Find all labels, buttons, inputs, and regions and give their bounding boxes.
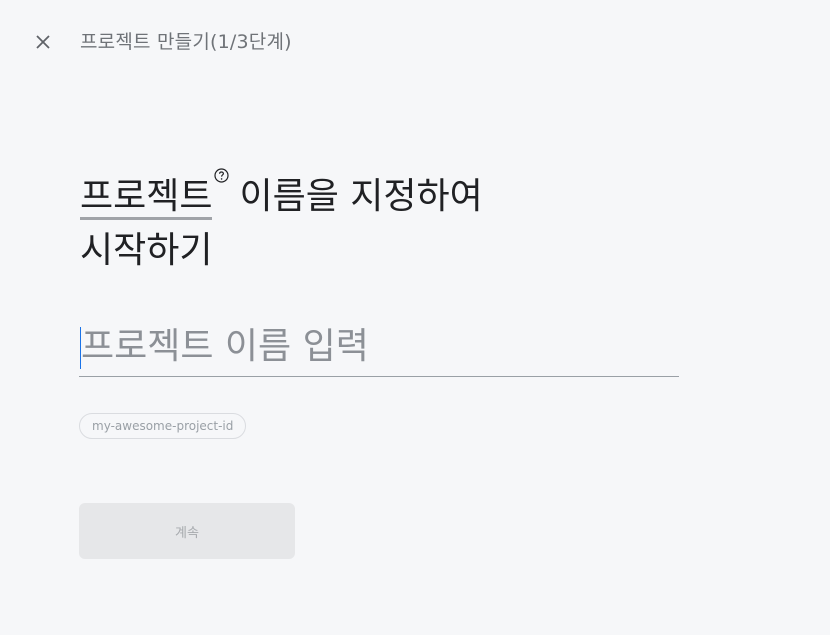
project-id-chip[interactable]: my-awesome-project-id [79,413,247,439]
page-heading: 프로젝트 이름을 지정하여 시작하기 [80,168,700,276]
heading-rest: 이름을 지정하여 [239,176,483,217]
close-icon [36,35,50,49]
continue-button[interactable]: 계속 [79,503,295,559]
help-button[interactable] [214,168,230,183]
help-circle-icon [214,168,230,183]
step-title: 프로젝트 만들기(1/3단계) [80,31,292,53]
text-caret [80,327,81,369]
project-name-field [79,320,679,377]
term-project-link[interactable]: 프로젝트 [80,177,213,220]
close-button[interactable] [31,30,55,54]
project-name-input[interactable] [79,320,679,372]
heading-line2: 시작하기 [80,230,213,271]
